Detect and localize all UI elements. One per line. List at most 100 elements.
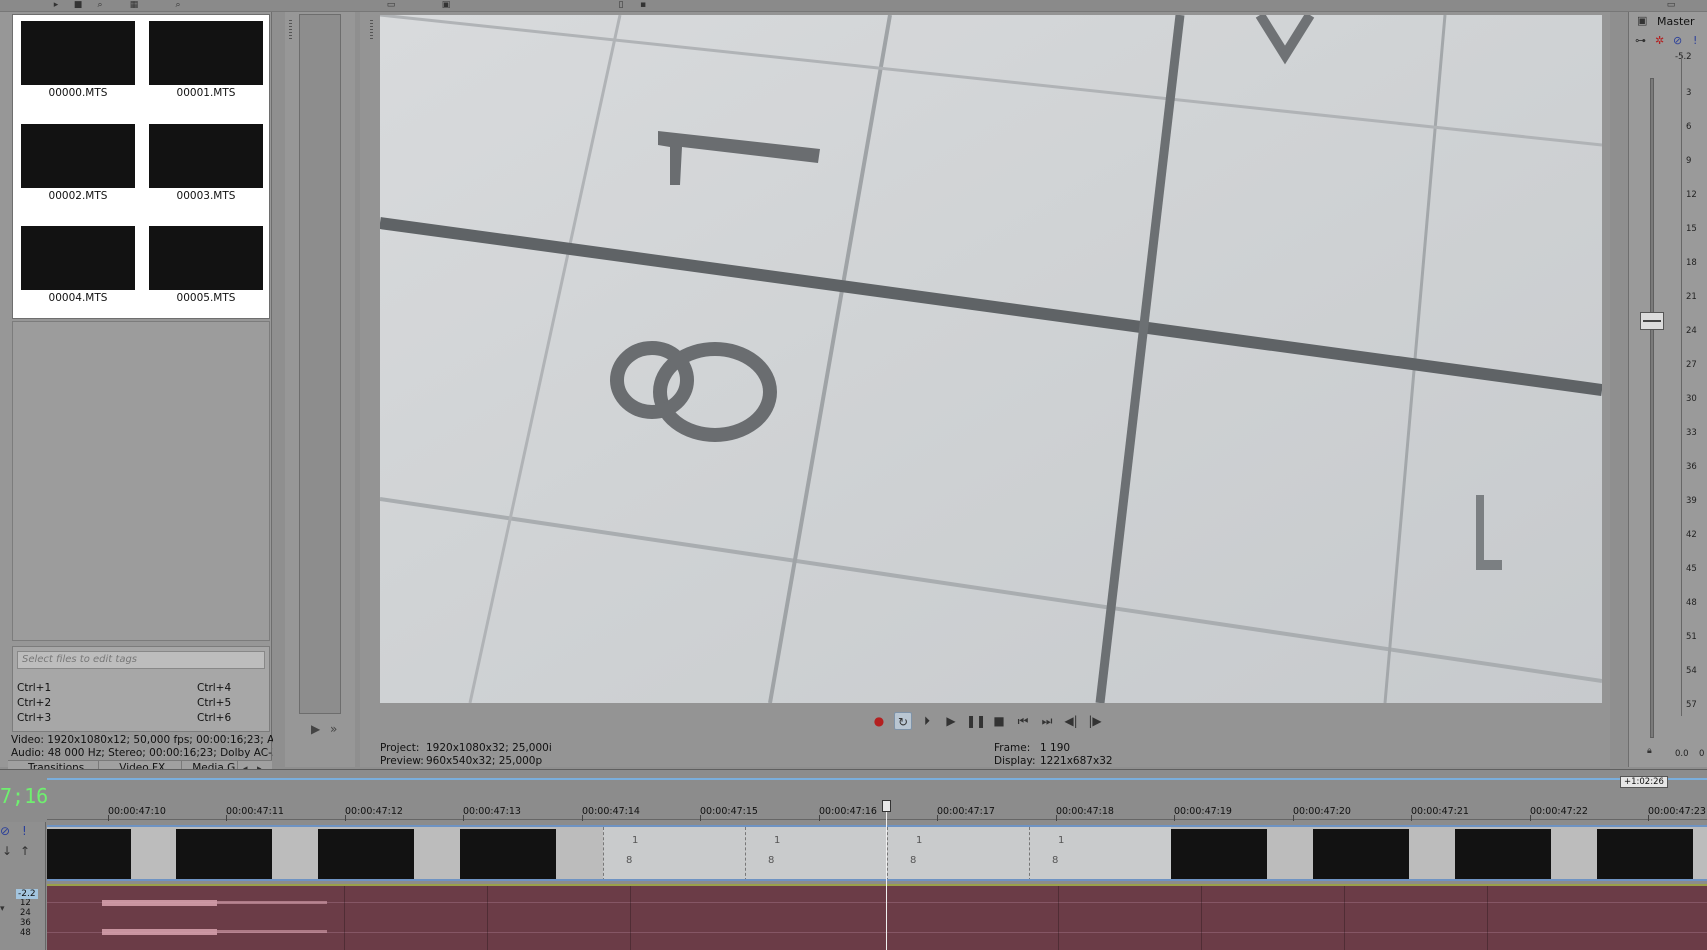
- panel-grip[interactable]: [289, 20, 292, 40]
- preview-value: 960x540x32; 25,000p: [426, 755, 543, 767]
- trimmer-play-icon[interactable]: ▶: [311, 722, 320, 736]
- shortcut-ctrl1[interactable]: Ctrl+1: [17, 682, 51, 694]
- video-frame-thumb: [47, 829, 131, 879]
- ruler-label: 00:00:47:13: [463, 806, 521, 817]
- trimmer-view[interactable]: [299, 14, 341, 714]
- media-thumbnail-1[interactable]: [149, 21, 263, 85]
- overlay-icon[interactable]: ▣: [440, 0, 452, 10]
- save-frame-icon[interactable]: ▪: [637, 0, 649, 10]
- video-frame-thumb: [1171, 829, 1267, 879]
- bus-routing-icon[interactable]: ⊶: [1635, 34, 1646, 47]
- audio-track[interactable]: [47, 884, 1707, 950]
- playhead-line[interactable]: [886, 802, 887, 950]
- ruler-tick: [1293, 815, 1294, 821]
- shortcut-ctrl3[interactable]: Ctrl+3: [17, 712, 51, 724]
- transport-controls: ● ↻ ⏵ ▶ ❚❚ ■ ⏮ ⏭ ◀| |▶: [870, 712, 1104, 734]
- forward-icon[interactable]: ▸: [50, 0, 62, 10]
- next-frame-icon[interactable]: |▶: [1086, 712, 1104, 730]
- stop-icon[interactable]: ■: [72, 0, 84, 10]
- lock-icon[interactable]: 🔒︎: [1647, 746, 1652, 756]
- master-fader-knob[interactable]: [1640, 312, 1664, 330]
- meter-tick: 18: [1686, 258, 1697, 268]
- time-ruler[interactable]: 00:00:47:10 00:00:47:11 00:00:47:12 00:0…: [47, 806, 1707, 821]
- loop-icon[interactable]: ↻: [894, 712, 912, 730]
- master-fader-track[interactable]: [1650, 78, 1654, 738]
- preview-image: [380, 15, 1602, 703]
- play-icon[interactable]: ▶: [942, 712, 960, 730]
- collapse-icon[interactable]: ↑: [20, 844, 30, 858]
- panel-grip[interactable]: [370, 20, 373, 40]
- ruler-tick: [108, 815, 109, 821]
- playhead-handle[interactable]: [882, 800, 891, 812]
- zoom-icon[interactable]: ⌕: [172, 0, 184, 10]
- shortcut-ctrl4[interactable]: Ctrl+4: [197, 682, 231, 694]
- meter-tick: 36: [1686, 462, 1697, 472]
- meter-tick: 33: [1686, 428, 1697, 438]
- mute-icon[interactable]: ⊘: [0, 824, 10, 838]
- ruler-tick: [1648, 815, 1649, 821]
- media-grid: 00000.MTS 00001.MTS 00002.MTS 00003.MTS …: [12, 14, 270, 319]
- master-level-right: 0: [1699, 749, 1705, 759]
- meter-tick: 48: [1686, 598, 1697, 608]
- digit-8: 8: [768, 855, 775, 866]
- meter-tick: 21: [1686, 292, 1697, 302]
- audio-waveform: [217, 930, 327, 933]
- meter-tick: 42: [1686, 530, 1697, 540]
- mute-icon[interactable]: ⊘: [1673, 34, 1682, 47]
- digit-8: 8: [1052, 855, 1059, 866]
- media-filename: 00003.MTS: [176, 190, 236, 202]
- play-from-start-icon[interactable]: ⏵: [918, 712, 936, 730]
- stop-icon[interactable]: ■: [990, 712, 1008, 730]
- video-track[interactable]: 1 8 1 8 1 8 1 8: [47, 825, 1707, 881]
- go-to-end-icon[interactable]: ⏭: [1038, 712, 1056, 730]
- video-frame-thumb: [1313, 829, 1409, 879]
- previous-frame-icon[interactable]: ◀|: [1062, 712, 1080, 730]
- master-label: Master: [1657, 15, 1695, 28]
- shortcut-ctrl5[interactable]: Ctrl+5: [197, 697, 231, 709]
- time-selection-bar[interactable]: [47, 778, 1707, 780]
- audio-scale-tick: 36: [20, 918, 31, 928]
- view-icon[interactable]: ▦: [128, 0, 140, 10]
- audio-waveform: [102, 900, 217, 906]
- shortcut-ctrl6[interactable]: Ctrl+6: [197, 712, 231, 724]
- video-frame-thumb: [1597, 829, 1693, 879]
- ruler-tick: [1411, 815, 1412, 821]
- digit-1: 1: [632, 835, 639, 846]
- media-filename: 00000.MTS: [48, 87, 108, 99]
- audio-scale-tick: 48: [20, 928, 31, 938]
- fx-icon[interactable]: ✲: [1655, 34, 1664, 47]
- media-thumbnail-0[interactable]: [21, 21, 135, 85]
- media-thumbnail-5[interactable]: [149, 226, 263, 290]
- solo-icon[interactable]: !: [1693, 34, 1697, 47]
- master-bus: ▣ Master ⊶ ✲ ⊘ ! -5.2 3 6 9 12 15 18 21 …: [1628, 12, 1707, 767]
- project-label: Project:: [380, 742, 420, 754]
- timeline: +1:02:26 7;16 00:00:47:10 00:00:47:11 00…: [0, 769, 1707, 950]
- digit-1: 1: [1058, 835, 1065, 846]
- mixer-icon[interactable]: ▭: [1665, 0, 1677, 10]
- preview-settings-icon[interactable]: ▭: [385, 0, 397, 10]
- tag-editor: Select files to edit tags Ctrl+1 Ctrl+2 …: [12, 646, 270, 732]
- meter-tick: 6: [1686, 122, 1692, 132]
- record-icon[interactable]: ●: [870, 712, 888, 730]
- media-thumbnail-4[interactable]: [21, 226, 135, 290]
- media-thumbnail-2[interactable]: [21, 124, 135, 188]
- track-header: ⊘ ! ↓ ↑ ▾ 12 24 36 48: [0, 822, 46, 950]
- more-options-icon[interactable]: »: [330, 722, 337, 736]
- ruler-tick: [819, 815, 820, 821]
- go-to-start-icon[interactable]: ⏮: [1014, 712, 1032, 730]
- video-frame-thumb: [176, 829, 272, 879]
- copy-frame-icon[interactable]: ▯: [615, 0, 627, 10]
- tag-input[interactable]: Select files to edit tags: [17, 651, 265, 669]
- pause-icon[interactable]: ❚❚: [966, 712, 986, 730]
- digit-1: 1: [774, 835, 781, 846]
- track-menu-icon[interactable]: ▾: [0, 904, 5, 914]
- media-thumbnail-3[interactable]: [149, 124, 263, 188]
- master-meter: 3 6 9 12 15 18 21 24 27 30 33 36 39 42 4…: [1681, 56, 1705, 716]
- shortcut-ctrl2[interactable]: Ctrl+2: [17, 697, 51, 709]
- ruler-label: 00:00:47:20: [1293, 806, 1351, 817]
- media-list-empty-area[interactable]: [12, 321, 270, 641]
- expand-icon[interactable]: ↓: [2, 844, 12, 858]
- preview-frame: [380, 15, 1602, 703]
- solo-icon[interactable]: !: [22, 824, 27, 838]
- search-icon[interactable]: ⌕: [94, 0, 106, 10]
